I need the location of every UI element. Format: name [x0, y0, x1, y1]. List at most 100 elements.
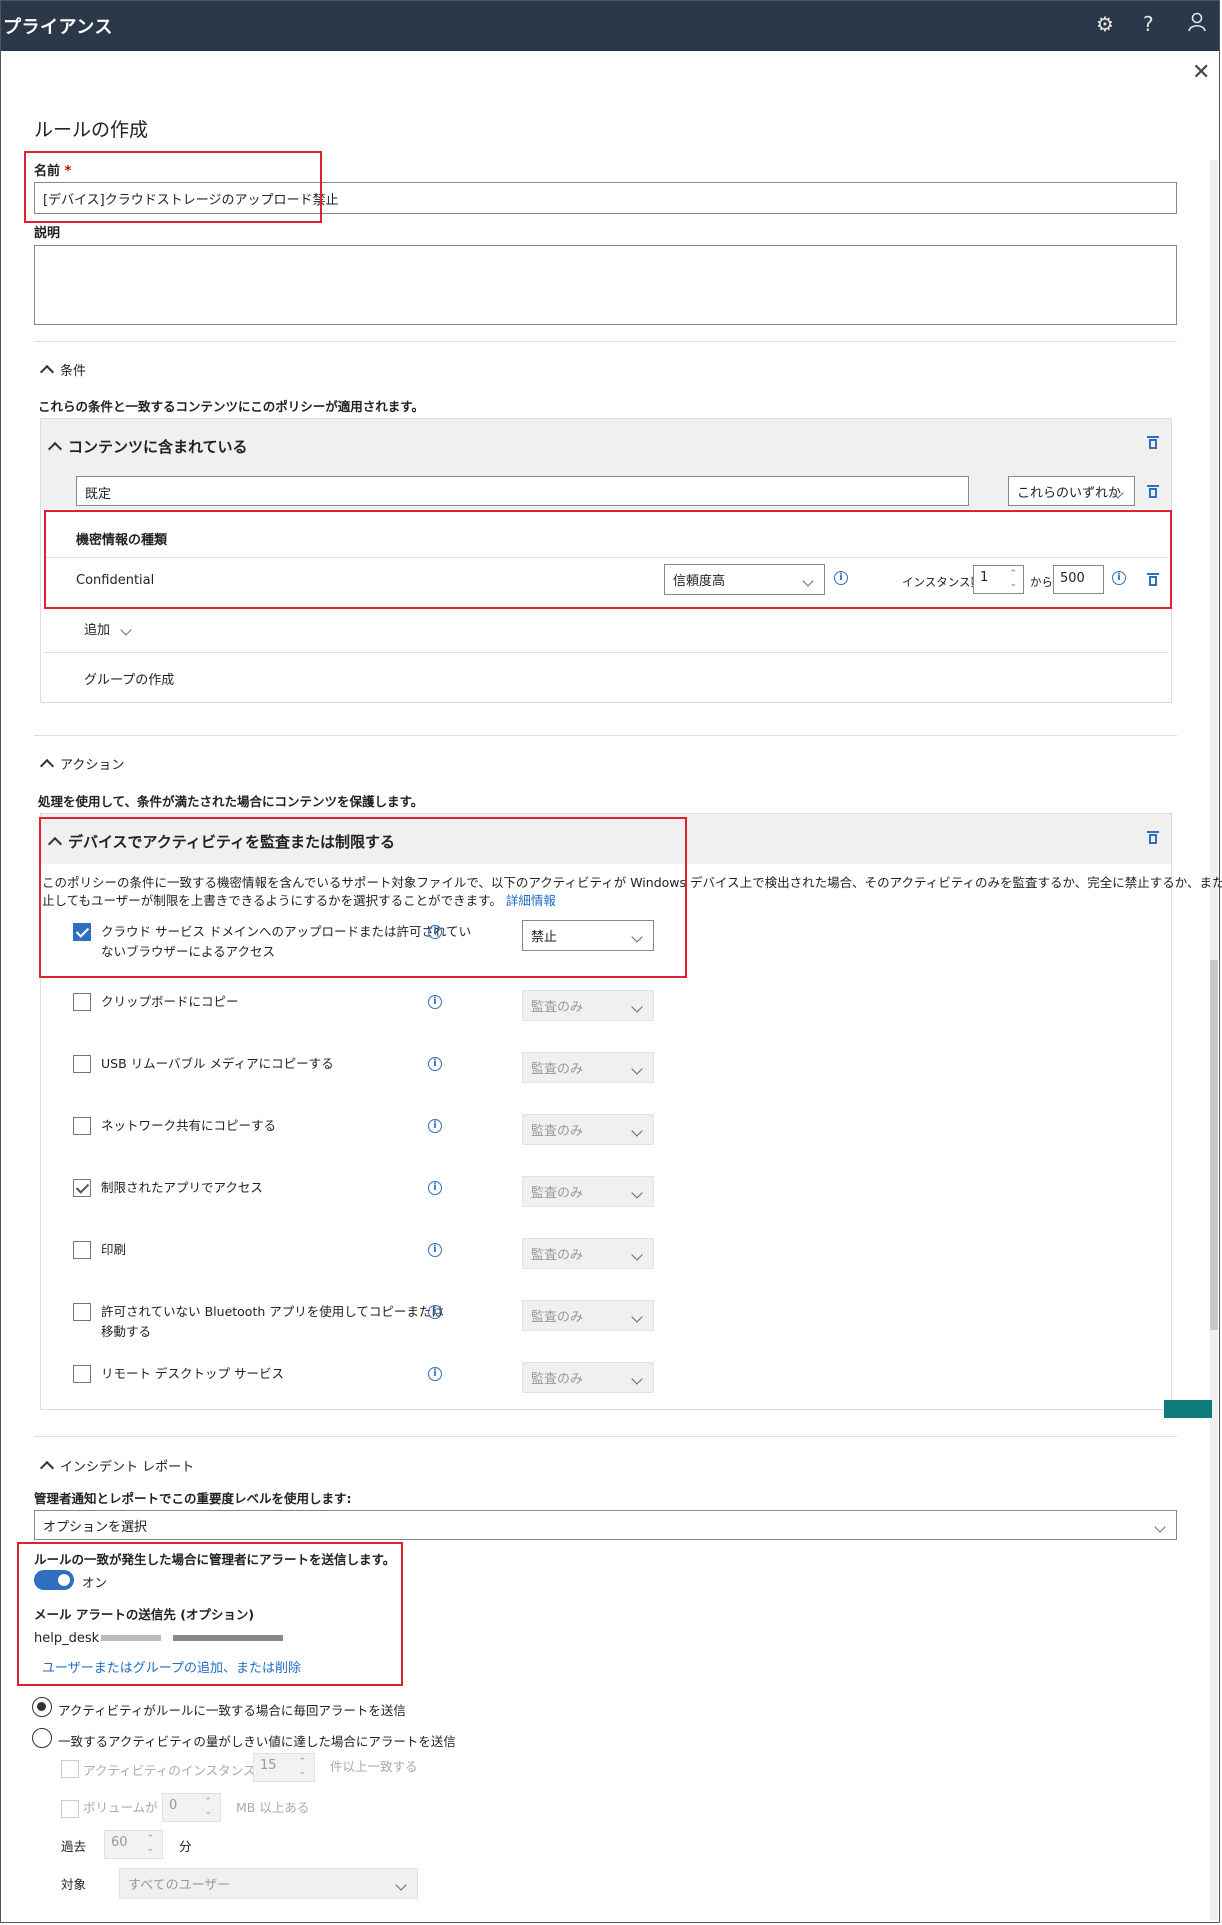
gear-icon[interactable]: ⚙ — [1096, 12, 1114, 36]
match-select[interactable]: これらのいずれか — [1008, 476, 1135, 506]
action-label-line: USB リムーバブル メディアにコピーする — [101, 1056, 334, 1071]
action-restriction-select[interactable]: 監査のみ — [522, 990, 654, 1021]
action-restriction-select[interactable]: 監査のみ — [522, 1238, 654, 1269]
past-minutes-stepper[interactable]: 60 ⌃ ⌄ — [104, 1830, 163, 1859]
action-label-line: 移動する — [101, 1324, 152, 1339]
action-checkbox[interactable] — [73, 1117, 91, 1135]
page-title: ルールの作成 — [34, 119, 149, 141]
action-label-line: ネットワーク共有にコピーする — [101, 1118, 277, 1133]
action-checkbox[interactable] — [73, 1179, 91, 1197]
condition-group-title[interactable]: コンテンツに含まれている — [47, 436, 248, 457]
action-label: 制限されたアプリでアクセス — [101, 1178, 263, 1198]
action-checkbox[interactable] — [73, 993, 91, 1011]
highlight-name — [24, 151, 322, 223]
chevron-down-icon — [395, 1879, 407, 1891]
check-icon — [75, 1180, 90, 1194]
select-value: 監査のみ — [531, 1062, 584, 1077]
action-label: 許可されていない Bluetooth アプリを使用してコピーまたは 移動する — [101, 1302, 444, 1342]
chevron-down-icon — [631, 1373, 643, 1385]
chevron-down-icon — [631, 1125, 643, 1137]
action-label-line: 制限されたアプリでアクセス — [101, 1180, 263, 1195]
chevron-up-icon — [39, 758, 55, 774]
info-icon[interactable]: i — [428, 1243, 442, 1257]
action-checkbox[interactable] — [73, 1055, 91, 1073]
severity-select[interactable]: オプションを選択 — [34, 1510, 1177, 1540]
delete-group-icon[interactable] — [1147, 434, 1159, 449]
divider — [34, 341, 1177, 342]
chevron-down-icon — [631, 1311, 643, 1323]
info-icon[interactable]: i — [428, 995, 442, 1009]
action-restriction-select[interactable]: 監査のみ — [522, 1362, 654, 1393]
divider — [44, 652, 1168, 653]
actions-description: 処理を使用して、条件が満たされた場合にコンテンツを保護します。 — [38, 794, 424, 809]
action-checkbox[interactable] — [73, 1303, 91, 1321]
volume-checkbox[interactable] — [61, 1800, 79, 1818]
radio-threshold-label: 一致するアクティビティの量がしきい値に達した場合にアラートを送信 — [58, 1734, 456, 1749]
app-title: プライアンス — [3, 17, 113, 38]
instance-checkbox[interactable] — [61, 1760, 79, 1778]
divider — [34, 1436, 1177, 1437]
info-icon[interactable]: i — [428, 1119, 442, 1133]
scrollbar-thumb[interactable] — [1210, 960, 1218, 1330]
stepper-arrows-icon[interactable]: ⌃ ⌄ — [298, 1757, 306, 1777]
conditions-header[interactable]: 条件 — [39, 360, 86, 380]
info-icon[interactable]: i — [428, 1367, 442, 1381]
radio-threshold[interactable] — [32, 1728, 52, 1748]
action-label: USB リムーバブル メディアにコピーする — [101, 1054, 334, 1074]
info-icon[interactable]: i — [428, 1305, 442, 1319]
action-label: 印刷 — [101, 1240, 126, 1260]
action-label: リモート デスクトップ サービス — [101, 1364, 284, 1384]
delete-icon[interactable] — [1147, 483, 1159, 498]
stepper-arrows-icon[interactable]: ⌃ ⌄ — [204, 1797, 212, 1817]
info-icon[interactable]: i — [428, 1181, 442, 1195]
person-icon[interactable] — [1187, 12, 1207, 37]
top-bar: プライアンス ⚙ ? — [1, 1, 1219, 51]
description-label: 説明 — [34, 226, 61, 241]
group-name-input[interactable]: 既定 — [76, 476, 969, 506]
select-value: 監査のみ — [531, 1248, 584, 1263]
radio-every-time[interactable] — [32, 1697, 52, 1717]
highlight-alert — [17, 1542, 403, 1686]
action-restriction-select[interactable]: 監査のみ — [522, 1300, 654, 1331]
create-group-button[interactable]: グループの作成 — [84, 669, 174, 688]
chevron-down-icon — [631, 1187, 643, 1199]
action-label-line: 許可されていない Bluetooth アプリを使用してコピーまたは — [101, 1304, 444, 1319]
actions-header[interactable]: アクション — [39, 754, 124, 774]
action-label-line: リモート デスクトップ サービス — [101, 1366, 284, 1381]
stepper-arrows-icon[interactable]: ⌃ ⌄ — [146, 1834, 154, 1854]
scrollbar[interactable] — [1210, 160, 1218, 1920]
target-select[interactable]: すべてのユーザー — [119, 1868, 418, 1899]
help-icon[interactable]: ? — [1143, 12, 1154, 36]
action-restriction-select[interactable]: 監査のみ — [522, 1176, 654, 1207]
description-textarea[interactable] — [34, 245, 1177, 325]
action-checkbox[interactable] — [73, 1365, 91, 1383]
info-icon[interactable]: i — [428, 1057, 442, 1071]
conditions-description: これらの条件と一致するコンテンツにこのポリシーが適用されます。 — [38, 399, 425, 414]
radio-every-time-label: アクティビティがルールに一致する場合に毎回アラートを送信 — [58, 1703, 406, 1718]
chevron-down-icon — [1112, 487, 1124, 499]
action-restriction-select[interactable]: 監査のみ — [522, 1114, 654, 1145]
volume-label: ボリュームが — [83, 1800, 158, 1815]
highlight-action — [39, 817, 687, 978]
action-checkbox[interactable] — [73, 1241, 91, 1259]
action-label: クリップボードにコピー — [101, 992, 239, 1012]
chevron-up-icon — [39, 364, 55, 380]
volume-stepper[interactable]: 0 ⌃ ⌄ — [162, 1793, 221, 1822]
instance-threshold-suffix: 件以上一致する — [330, 1759, 418, 1774]
feedback-tab[interactable] — [1164, 1400, 1212, 1418]
chevron-up-icon — [39, 1460, 55, 1476]
add-dropdown[interactable]: 追加 — [84, 619, 132, 638]
instance-threshold-stepper[interactable]: 15 ⌃ ⌄ — [253, 1753, 315, 1782]
delete-action-icon[interactable] — [1147, 829, 1159, 844]
select-arrow — [631, 1372, 643, 1387]
past-label: 過去 — [61, 1839, 87, 1854]
chevron-down-icon — [631, 1249, 643, 1261]
select-arrow — [631, 1124, 643, 1139]
select-arrow — [631, 1248, 643, 1263]
action-label-line: クリップボードにコピー — [101, 994, 239, 1009]
chevron-down-icon — [631, 1063, 643, 1075]
select-value: 監査のみ — [531, 1186, 584, 1201]
close-icon[interactable]: ✕ — [1192, 60, 1210, 85]
incident-header[interactable]: インシデント レポート — [39, 1456, 194, 1476]
action-restriction-select[interactable]: 監査のみ — [522, 1052, 654, 1083]
